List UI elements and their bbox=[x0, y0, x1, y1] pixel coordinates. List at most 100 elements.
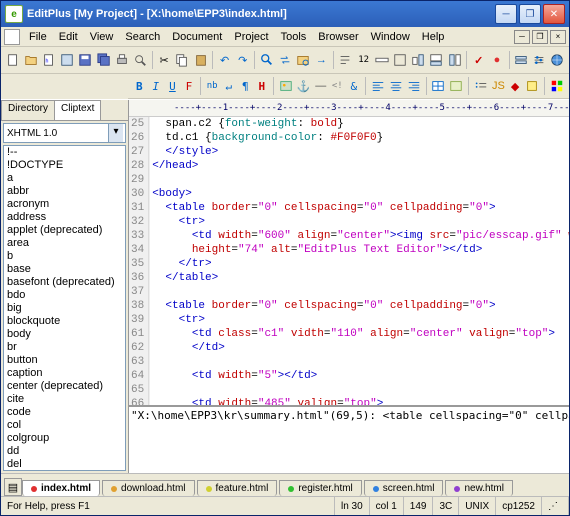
cliptext-item[interactable]: address bbox=[4, 211, 125, 224]
mdi-doc-icon[interactable] bbox=[4, 29, 20, 45]
script-button[interactable]: JS bbox=[491, 75, 506, 97]
menu-search[interactable]: Search bbox=[119, 29, 166, 45]
cliptext-item[interactable]: abbr bbox=[4, 185, 125, 198]
cliptext-item[interactable]: code bbox=[4, 406, 125, 419]
print-button[interactable] bbox=[113, 49, 130, 71]
cliptext-item[interactable]: colgroup bbox=[4, 432, 125, 445]
cliptext-item[interactable]: del bbox=[4, 458, 125, 471]
object-button[interactable] bbox=[524, 75, 540, 97]
cliptext-item[interactable]: b bbox=[4, 250, 125, 263]
document-tab[interactable]: feature.html bbox=[197, 480, 278, 496]
align-left-button[interactable] bbox=[370, 75, 386, 97]
new-html-button[interactable]: h bbox=[40, 49, 57, 71]
cliptext-item[interactable]: button bbox=[4, 354, 125, 367]
cliptext-item[interactable]: br bbox=[4, 341, 125, 354]
cliptext-item[interactable]: blockquote bbox=[4, 315, 125, 328]
document-tab[interactable]: index.html bbox=[22, 480, 100, 496]
break-button[interactable]: ↵ bbox=[221, 75, 236, 97]
fullscreen-button[interactable] bbox=[391, 49, 408, 71]
ruler-button[interactable] bbox=[373, 49, 390, 71]
list-button[interactable] bbox=[473, 75, 489, 97]
document-tab[interactable]: register.html bbox=[279, 480, 361, 496]
cliptext-combo[interactable]: XHTML 1.0 bbox=[3, 123, 126, 143]
nbsp-button[interactable]: nb bbox=[205, 75, 220, 97]
linenumbers-button[interactable]: 12 bbox=[355, 49, 372, 71]
applet-button[interactable]: ◆ bbox=[508, 75, 523, 97]
cliptext-item[interactable]: !-- bbox=[4, 146, 125, 159]
mdi-close[interactable]: × bbox=[550, 30, 566, 44]
undo-button[interactable]: ↶ bbox=[216, 49, 233, 71]
record-macro-button[interactable]: ● bbox=[488, 49, 505, 71]
cliptext-item[interactable]: cite bbox=[4, 393, 125, 406]
sidebar-tab-directory[interactable]: Directory bbox=[1, 100, 55, 120]
hr-button[interactable]: — bbox=[313, 75, 328, 97]
doc-selector-button[interactable]: ▤ bbox=[4, 478, 22, 496]
cliptext-item[interactable]: col bbox=[4, 419, 125, 432]
image-button[interactable] bbox=[278, 75, 294, 97]
browser-button[interactable] bbox=[549, 49, 566, 71]
spellcheck-button[interactable]: ✓ bbox=[470, 49, 487, 71]
copy-button[interactable] bbox=[174, 49, 191, 71]
save-all-button[interactable] bbox=[95, 49, 112, 71]
find-button[interactable] bbox=[258, 49, 275, 71]
title-bar[interactable]: e EditPlus [My Project] - [X:\home\EPP3\… bbox=[1, 1, 569, 27]
menu-edit[interactable]: Edit bbox=[53, 29, 84, 45]
findfiles-button[interactable] bbox=[295, 49, 312, 71]
new-browser-button[interactable] bbox=[59, 49, 76, 71]
menu-window[interactable]: Window bbox=[365, 29, 416, 45]
cliptext-list[interactable]: !--!DOCTYPEaabbracronymaddressapplet (de… bbox=[3, 145, 126, 471]
menu-file[interactable]: File bbox=[23, 29, 53, 45]
bold-button[interactable]: B bbox=[132, 75, 147, 97]
output-panel[interactable]: "X:\home\EPP3\kr\summary.html"(69,5): <t… bbox=[129, 405, 569, 473]
cliptext-item[interactable]: dd bbox=[4, 445, 125, 458]
menu-project[interactable]: Project bbox=[228, 29, 274, 45]
mdi-restore[interactable]: ❐ bbox=[532, 30, 548, 44]
cliptext-item[interactable]: !DOCTYPE bbox=[4, 159, 125, 172]
sidebar-tab-cliptext[interactable]: Cliptext bbox=[54, 100, 101, 120]
menu-view[interactable]: View bbox=[84, 29, 120, 45]
table-button[interactable] bbox=[430, 75, 446, 97]
cliptext-item[interactable]: base bbox=[4, 263, 125, 276]
minimize-button[interactable]: ─ bbox=[495, 4, 517, 24]
anchor-button[interactable]: ⚓ bbox=[296, 75, 312, 97]
cliptext-item[interactable]: area bbox=[4, 237, 125, 250]
cliptext-item[interactable]: caption bbox=[4, 367, 125, 380]
maximize-button[interactable]: ❐ bbox=[519, 4, 541, 24]
open-button[interactable] bbox=[22, 49, 39, 71]
cliptext-item[interactable]: acronym bbox=[4, 198, 125, 211]
wordwrap-button[interactable] bbox=[337, 49, 354, 71]
para-button[interactable]: ¶ bbox=[238, 75, 253, 97]
underline-button[interactable]: U bbox=[165, 75, 180, 97]
preferences-button[interactable] bbox=[531, 49, 548, 71]
doclist-button[interactable] bbox=[446, 49, 463, 71]
cut-button[interactable]: ✂ bbox=[156, 49, 173, 71]
comment-button[interactable]: <! bbox=[330, 75, 345, 97]
mdi-minimize[interactable]: ─ bbox=[514, 30, 530, 44]
document-tab[interactable]: screen.html bbox=[364, 480, 444, 496]
settings-button[interactable] bbox=[512, 49, 529, 71]
color-button[interactable] bbox=[549, 75, 565, 97]
paste-button[interactable] bbox=[192, 49, 209, 71]
font-button[interactable]: F bbox=[182, 75, 197, 97]
preview-button[interactable] bbox=[132, 49, 149, 71]
close-button[interactable]: ✕ bbox=[543, 4, 565, 24]
cliptext-item[interactable]: big bbox=[4, 302, 125, 315]
menu-help[interactable]: Help bbox=[416, 29, 451, 45]
code-editor[interactable]: 25 26 27 28 29 30 31 32 33 34 35 36 37 3… bbox=[129, 117, 569, 405]
cliptext-item[interactable]: applet (deprecated) bbox=[4, 224, 125, 237]
cliptext-button[interactable] bbox=[410, 49, 427, 71]
cliptext-item[interactable]: body bbox=[4, 328, 125, 341]
resize-grip[interactable]: ⋰ bbox=[542, 497, 569, 515]
new-file-button[interactable] bbox=[4, 49, 21, 71]
goto-button[interactable]: → bbox=[313, 49, 330, 71]
cliptext-item[interactable]: center (deprecated) bbox=[4, 380, 125, 393]
heading-button[interactable]: H bbox=[255, 75, 270, 97]
cliptext-item[interactable]: a bbox=[4, 172, 125, 185]
align-right-button[interactable] bbox=[406, 75, 422, 97]
menu-document[interactable]: Document bbox=[166, 29, 228, 45]
redo-button[interactable]: ↷ bbox=[234, 49, 251, 71]
form-button[interactable] bbox=[448, 75, 464, 97]
document-tab[interactable]: download.html bbox=[102, 480, 194, 496]
cliptext-item[interactable]: bdo bbox=[4, 289, 125, 302]
replace-button[interactable] bbox=[276, 49, 293, 71]
